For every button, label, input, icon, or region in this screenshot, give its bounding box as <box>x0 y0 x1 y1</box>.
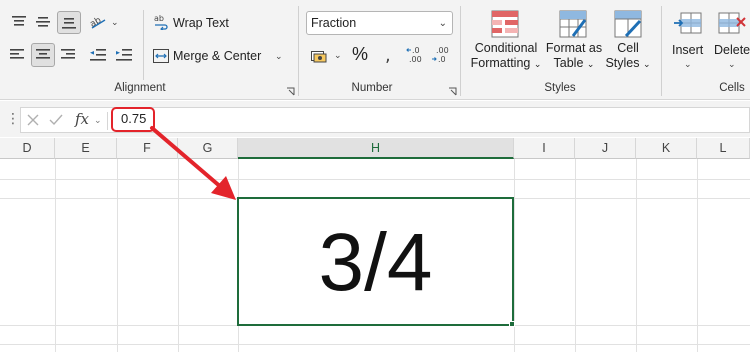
conditional-formatting-chevron-icon: ⌄ <box>533 59 542 69</box>
merge-center-icon[interactable] <box>152 47 170 65</box>
wrap-text-icon[interactable]: ab <box>152 13 170 31</box>
cell-styles-label-1: Cell <box>617 41 639 55</box>
cancel-entry-icon[interactable] <box>25 112 41 128</box>
delete-chevron-icon[interactable]: ⌄ <box>728 60 736 69</box>
comma-style-icon[interactable]: , <box>379 45 399 65</box>
conditional-formatting-button[interactable]: Conditional Formatting ⌄ <box>469 41 543 72</box>
svg-text:.00: .00 <box>436 46 449 55</box>
decrease-decimal-icon[interactable]: .00.0 <box>430 44 452 66</box>
alignment-dialog-launcher-icon[interactable] <box>286 84 296 96</box>
number-format-select[interactable]: Fraction ⌄ <box>306 11 453 35</box>
conditional-formatting-icon[interactable] <box>490 9 520 39</box>
align-right-icon[interactable] <box>58 45 78 65</box>
format-as-table-chevron-icon: ⌄ <box>586 59 595 69</box>
column-header-k[interactable]: K <box>636 138 697 159</box>
svg-text:.00: .00 <box>409 55 422 64</box>
number-dialog-launcher-icon[interactable] <box>448 84 458 96</box>
gridline <box>636 159 637 352</box>
alignment-group-label: Alignment <box>114 82 166 94</box>
delete-cells-icon[interactable] <box>716 9 748 37</box>
confirm-entry-icon[interactable] <box>48 112 64 128</box>
accounting-chevron-icon[interactable]: ⌄ <box>334 51 342 60</box>
formula-bar-divider <box>107 112 108 130</box>
column-header-h[interactable]: H <box>238 138 514 159</box>
function-chevron-icon[interactable]: ⌄ <box>94 115 102 126</box>
svg-text:ab: ab <box>154 14 164 23</box>
delete-button[interactable]: Delete <box>714 43 750 57</box>
formula-value-highlight <box>111 107 155 132</box>
align-bottom-icon[interactable] <box>57 11 81 34</box>
column-header-g[interactable]: G <box>178 138 238 159</box>
percent-style-button[interactable]: % <box>352 44 368 65</box>
cell-styles-icon[interactable] <box>613 9 643 39</box>
gridline <box>575 159 576 352</box>
orientation-icon[interactable]: ab <box>87 11 109 33</box>
ribbon-separator <box>143 10 144 80</box>
styles-group-label: Styles <box>544 82 576 94</box>
align-left-icon[interactable] <box>7 45 27 65</box>
merge-center-button[interactable]: Merge & Center <box>173 49 261 63</box>
column-header-d[interactable]: D <box>0 138 55 159</box>
orientation-chevron-icon[interactable]: ⌄ <box>111 18 119 27</box>
cell-styles-chevron-icon: ⌄ <box>642 59 651 69</box>
conditional-formatting-label-2: Formatting <box>470 56 531 70</box>
decrease-indent-icon[interactable] <box>88 45 108 65</box>
more-options-icon[interactable]: ⋮ <box>6 111 20 125</box>
cell-styles-label-2: Styles <box>605 56 640 70</box>
number-group-label: Number <box>351 82 393 94</box>
cell-display-value: 3/4 <box>318 216 433 308</box>
increase-decimal-icon[interactable]: .0.00 <box>405 44 427 66</box>
insert-cells-icon[interactable] <box>672 9 704 37</box>
column-header-e[interactable]: E <box>55 138 117 159</box>
increase-indent-icon[interactable] <box>114 45 134 65</box>
ribbon-separator <box>661 6 662 96</box>
number-format-value: Fraction <box>311 16 357 30</box>
conditional-formatting-label-1: Conditional <box>474 41 538 55</box>
gridline <box>55 159 56 352</box>
ribbon-separator <box>298 6 299 96</box>
svg-text:.0: .0 <box>412 46 420 55</box>
gridline <box>697 159 698 352</box>
insert-function-button[interactable]: fx <box>75 110 89 128</box>
active-cell-h[interactable]: 3/4 <box>237 197 514 326</box>
column-header-l[interactable]: L <box>697 138 750 159</box>
column-header-f[interactable]: F <box>117 138 178 159</box>
merge-center-chevron-icon[interactable]: ⌄ <box>275 52 283 61</box>
number-format-chevron-icon: ⌄ <box>438 18 447 29</box>
format-as-table-icon[interactable] <box>558 9 588 39</box>
insert-button[interactable]: Insert <box>672 43 703 57</box>
cells-group-label: Cells <box>719 82 745 94</box>
cell-styles-button[interactable]: Cell Styles ⌄ <box>603 41 653 72</box>
format-as-table-button[interactable]: Format as Table ⌄ <box>543 41 605 72</box>
align-top-icon[interactable] <box>9 12 29 32</box>
format-as-table-label-1: Format as <box>545 41 603 55</box>
align-center-icon[interactable] <box>31 43 55 67</box>
gridline <box>117 159 118 352</box>
svg-text:.0: .0 <box>438 55 446 64</box>
align-middle-icon[interactable] <box>33 12 53 32</box>
column-header-j[interactable]: J <box>575 138 636 159</box>
accounting-format-icon[interactable] <box>309 46 331 66</box>
gridline <box>0 344 750 345</box>
format-as-table-label-2: Table <box>553 56 584 70</box>
gridline <box>0 179 750 180</box>
gridline <box>178 159 179 352</box>
wrap-text-button[interactable]: Wrap Text <box>173 16 229 30</box>
insert-chevron-icon[interactable]: ⌄ <box>684 60 692 69</box>
column-header-i[interactable]: I <box>514 138 575 159</box>
svg-text:,: , <box>385 47 391 63</box>
ribbon: ab ⌄ ab Wrap Text Merge & Center ⌄ Align… <box>0 0 750 100</box>
fill-handle[interactable] <box>509 321 515 327</box>
ribbon-separator <box>460 6 461 96</box>
